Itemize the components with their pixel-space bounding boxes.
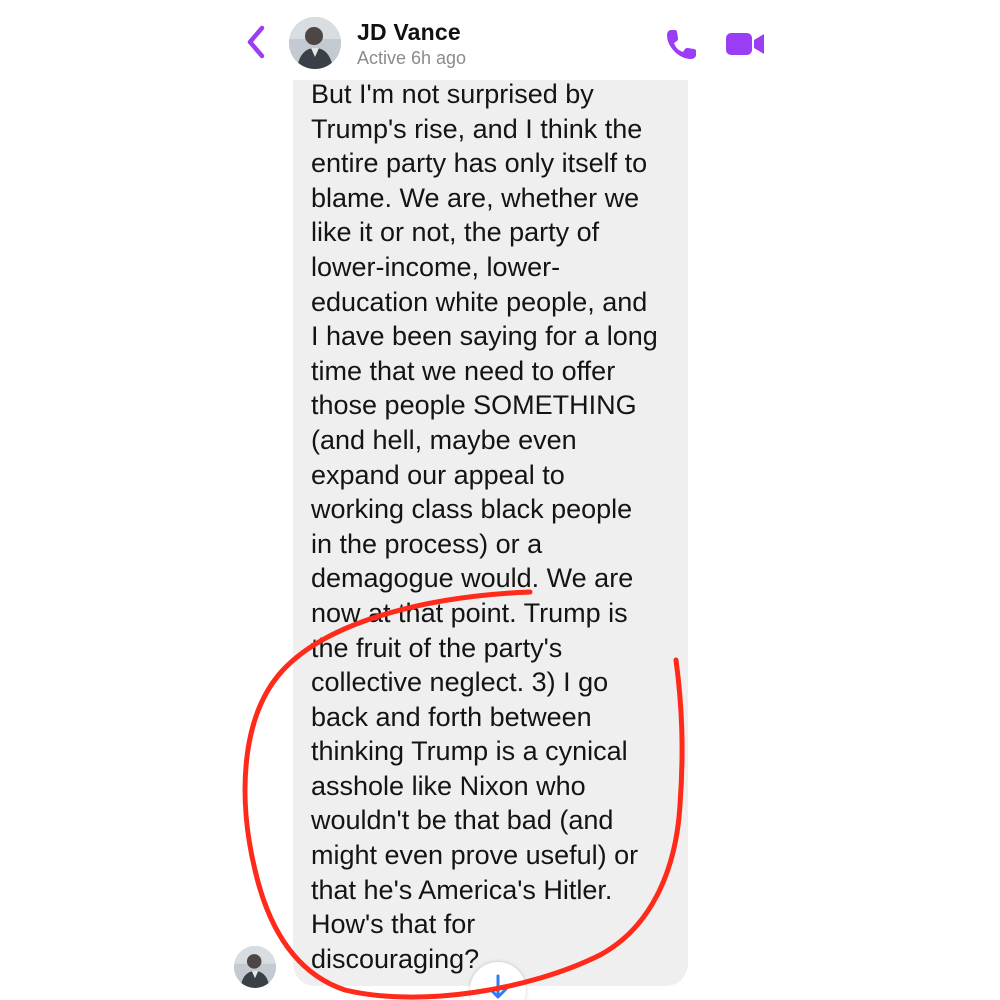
video-camera-icon (726, 33, 764, 55)
message-line: expand our appeal to (311, 459, 565, 490)
message-line: demagogue would. We are (311, 563, 634, 594)
message-line: working class black people (311, 494, 633, 525)
message-line: in the process) or a (311, 528, 543, 559)
contact-name: JD Vance (357, 19, 461, 45)
message-line: (and hell, maybe even (311, 424, 577, 455)
message-line: entire party has only itself to (311, 148, 648, 179)
arrow-down-icon (488, 974, 508, 999)
message-line: time that we need to offer (311, 355, 616, 386)
active-status: Active 6h ago (357, 48, 467, 68)
sender-avatar[interactable] (234, 946, 276, 988)
video-call-button[interactable] (722, 24, 768, 64)
audio-call-button[interactable] (662, 24, 702, 64)
message-text: But I'm not surprised by Trump's rise, an… (311, 77, 683, 976)
message-line: now at that point. Trump is (311, 597, 628, 628)
profile-photo-icon (234, 946, 276, 988)
message-line: those people SOMETHING (311, 390, 637, 421)
phone-icon (667, 30, 696, 59)
profile-photo-icon (289, 17, 341, 69)
message-line: the fruit of the party's (311, 632, 563, 663)
message-line: Trump's rise, and I think the (311, 113, 643, 144)
message-line: But I'm not surprised by (311, 79, 594, 109)
message-line: blame. We are, whether we (311, 182, 640, 213)
message-line: like it or not, the party of (311, 217, 600, 248)
message-line: education white people, and (311, 286, 648, 317)
message-line: collective neglect. 3) I go (311, 667, 609, 698)
message-line: might even prove useful) or (311, 840, 639, 871)
message-line: How's that for (311, 909, 476, 940)
message-line: lower-income, lower- (311, 251, 561, 282)
contact-avatar[interactable] (289, 17, 341, 69)
message-line: back and forth between (311, 701, 592, 732)
chevron-left-icon (247, 25, 265, 59)
message-line: that he's America's Hitler. (311, 874, 613, 905)
message-line: wouldn't be that bad (and (311, 805, 614, 836)
message-line: asshole like Nixon who (311, 770, 586, 801)
chat-screen: JD Vance Active 6h ago But I'm not surpr… (0, 0, 1000, 1000)
chat-header: JD Vance Active 6h ago (222, 0, 778, 80)
back-button[interactable] (242, 20, 272, 64)
message-line: thinking Trump is a cynical (311, 736, 628, 767)
message-line: I have been saying for a long (311, 321, 658, 352)
